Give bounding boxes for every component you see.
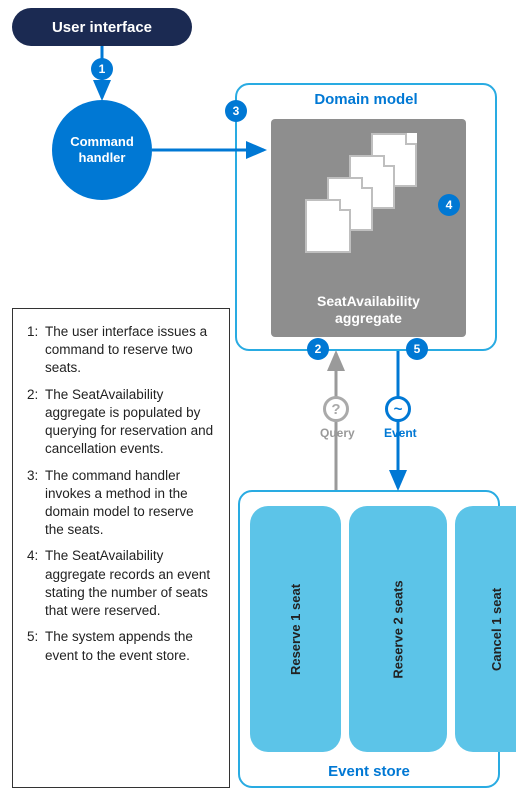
event-bar: Reserve 2 seats xyxy=(349,506,447,752)
user-interface-node: User interface xyxy=(12,8,192,46)
step-badge-2: 2 xyxy=(307,338,329,360)
diagram-canvas: User interface Command handler Domain mo… xyxy=(0,0,516,799)
domain-model-box: Domain model SeatAvailability aggregate xyxy=(235,83,497,351)
command-handler-node: Command handler xyxy=(52,100,152,200)
step-badge-5: 5 xyxy=(406,338,428,360)
command-handler-label: Command handler xyxy=(70,134,134,165)
event-bars: Reserve 1 seat Reserve 2 seats Cancel 1 … xyxy=(250,506,488,752)
step-badge-3: 3 xyxy=(225,100,247,122)
legend-item: 2:The SeatAvailability aggregate is popu… xyxy=(27,386,215,459)
event-bar: Reserve 1 seat xyxy=(250,506,341,752)
aggregate-box: SeatAvailability aggregate xyxy=(271,119,466,337)
user-interface-label: User interface xyxy=(52,19,152,36)
legend-box: 1:The user interface issues a command to… xyxy=(12,308,230,788)
query-icon: ? xyxy=(323,396,349,422)
legend-item: 3:The command handler invokes a method i… xyxy=(27,467,215,540)
step-badge-1: 1 xyxy=(91,58,113,80)
legend-item: 4:The SeatAvailability aggregate records… xyxy=(27,547,215,620)
document-icon xyxy=(305,199,351,253)
event-bar: Cancel 1 seat xyxy=(455,506,516,752)
event-store-box: Reserve 1 seat Reserve 2 seats Cancel 1 … xyxy=(238,490,500,788)
aggregate-label: SeatAvailability aggregate xyxy=(271,293,466,327)
domain-model-title: Domain model xyxy=(237,91,495,108)
event-store-title: Event store xyxy=(240,763,498,780)
legend-item: 1:The user interface issues a command to… xyxy=(27,323,215,378)
event-label: Event xyxy=(384,426,417,440)
query-label: Query xyxy=(320,426,355,440)
step-badge-4: 4 xyxy=(438,194,460,216)
event-icon: ~ xyxy=(385,396,411,422)
legend-item: 5:The system appends the event to the ev… xyxy=(27,628,215,664)
